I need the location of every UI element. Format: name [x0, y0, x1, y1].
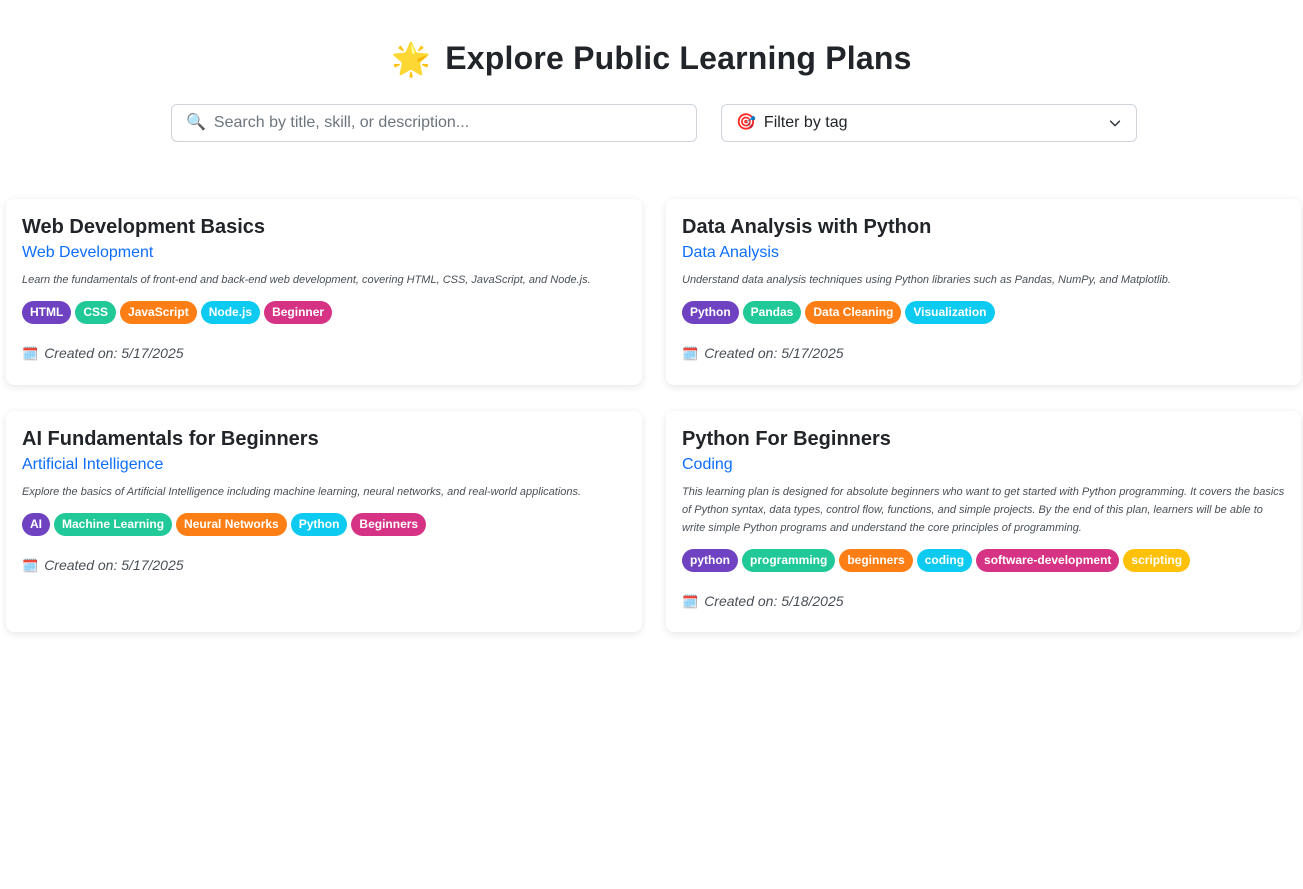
- calendar-icon: 🗓️: [682, 593, 699, 609]
- created-date: 🗓️ Created on: 5/17/2025: [22, 345, 626, 361]
- tag-list: HTML CSS JavaScript Node.js Beginner: [22, 301, 626, 324]
- tag-badge: Python: [682, 301, 739, 324]
- created-date: 🗓️ Created on: 5/17/2025: [682, 345, 1285, 361]
- plan-title: Data Analysis with Python: [682, 216, 932, 238]
- plan-description: Understand data analysis techniques usin…: [682, 274, 1171, 286]
- tag-badge: beginners: [839, 549, 913, 572]
- tag-badge: HTML: [22, 301, 72, 324]
- plan-card[interactable]: Web Development Basics Web Development L…: [6, 199, 642, 385]
- created-date: 🗓️ Created on: 5/17/2025: [22, 557, 626, 573]
- chevron-down-icon: [1109, 120, 1121, 127]
- tag-badge: Neural Networks: [176, 513, 287, 536]
- tag-badge: Visualization: [905, 301, 995, 324]
- filter-label: Filter by tag: [763, 114, 848, 131]
- created-text: Created on: 5/17/2025: [704, 345, 844, 361]
- plan-description: Learn the fundamentals of front-end and …: [22, 274, 591, 286]
- tag-filter-select[interactable]: 🎯 Filter by tag: [721, 104, 1137, 142]
- calendar-icon: 🗓️: [22, 345, 39, 361]
- tag-badge: scripting: [1123, 549, 1191, 572]
- calendar-icon: 🗓️: [682, 345, 699, 361]
- calendar-icon: 🗓️: [22, 557, 39, 573]
- created-text: Created on: 5/17/2025: [44, 557, 184, 573]
- tag-badge: JavaScript: [120, 301, 197, 324]
- tag-badge: Pandas: [742, 301, 802, 324]
- page-title: Explore Public Learning Plans: [445, 40, 912, 76]
- tag-badge: Machine Learning: [54, 513, 173, 536]
- tag-list: Python Pandas Data Cleaning Visualizatio…: [682, 301, 1285, 324]
- tag-badge: Data Cleaning: [805, 301, 902, 324]
- header: 🌟 Explore Public Learning Plans: [0, 40, 1303, 77]
- tag-badge: python: [682, 549, 738, 572]
- search-box[interactable]: 🔍: [171, 104, 697, 142]
- plan-card[interactable]: Python For Beginners Coding This learnin…: [666, 411, 1301, 632]
- plan-category: Coding: [682, 456, 733, 473]
- created-text: Created on: 5/18/2025: [704, 593, 844, 609]
- plan-title: Web Development Basics: [22, 216, 266, 238]
- plan-category: Data Analysis: [682, 244, 779, 261]
- tag-badge: programming: [742, 549, 836, 572]
- tag-badge: AI: [22, 513, 50, 536]
- magnifier-icon: 🔍: [186, 114, 206, 131]
- plan-description: This learning plan is designed for absol…: [682, 486, 1285, 534]
- plan-category: Artificial Intelligence: [22, 456, 164, 473]
- plan-category: Web Development: [22, 244, 154, 261]
- created-date: 🗓️ Created on: 5/18/2025: [682, 593, 1285, 609]
- plan-description: Explore the basics of Artificial Intelli…: [22, 486, 582, 498]
- page: 🌟 Explore Public Learning Plans 🔍 🎯 Filt…: [0, 0, 1303, 889]
- tag-badge: software-development: [976, 549, 1120, 572]
- tag-badge: Beginner: [264, 301, 333, 324]
- tag-badge: Python: [290, 513, 348, 536]
- tag-badge: coding: [916, 549, 973, 572]
- search-input[interactable]: [213, 114, 696, 132]
- plan-title: AI Fundamentals for Beginners: [22, 428, 319, 450]
- plan-card[interactable]: AI Fundamentals for Beginners Artificial…: [6, 411, 642, 632]
- tag-badge: Node.js: [200, 301, 261, 324]
- tag-list: python programming beginners coding soft…: [682, 549, 1285, 572]
- plan-card[interactable]: Data Analysis with Python Data Analysis …: [666, 199, 1301, 385]
- plan-title: Python For Beginners: [682, 428, 891, 450]
- tag-badge: Beginners: [351, 513, 427, 536]
- star-icon: 🌟: [391, 40, 432, 77]
- target-icon: 🎯: [736, 114, 756, 131]
- tag-list: AI Machine Learning Neural Networks Pyth…: [22, 513, 626, 536]
- tag-badge: CSS: [75, 301, 117, 324]
- created-text: Created on: 5/17/2025: [44, 345, 184, 361]
